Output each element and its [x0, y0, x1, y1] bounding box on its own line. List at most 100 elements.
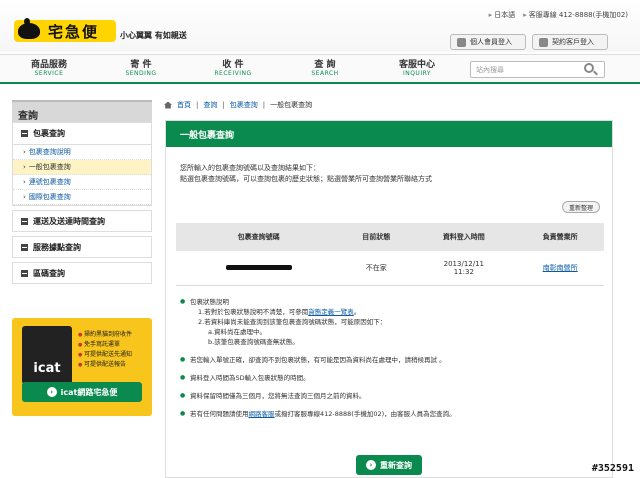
top-links: 日本語 客服專線 412-8888(手機加02) — [489, 10, 628, 20]
brand-slogan: 小心翼翼 有如親送 — [120, 31, 187, 40]
nav-receiving-en: RECEIVING — [214, 70, 252, 77]
office-link[interactable]: 南彰南營所 — [543, 264, 578, 272]
note-sub: 2.若資料庫尚未能查詢到該筆包裹查詢號碼狀態，可能原因如下： — [198, 318, 387, 326]
language-link[interactable]: 日本語 — [489, 10, 515, 20]
nav-service-label: 商品服務 — [30, 60, 67, 70]
breadcrumb-home[interactable]: 首頁 — [177, 100, 191, 110]
breadcrumb-parcel[interactable]: 包裹查詢 — [230, 100, 258, 110]
note-status: 包裹狀態說明 1.若對於包裹狀態說明不清楚，可參閱貨態定義一覽表。 2.若資料庫… — [180, 297, 600, 347]
notes-list: 包裹狀態說明 1.若對於包裹狀態說明不清楚，可參閱貨態定義一覽表。 2.若資料庫… — [180, 297, 600, 427]
nav-search[interactable]: 查 詢 SEARCH — [290, 57, 360, 77]
breadcrumb-separator: | — [196, 101, 199, 109]
nav-service[interactable]: 商品服務 SERVICE — [14, 57, 84, 77]
note-retry: 若您輸入單號正確，卻查詢不到包裹狀態，有可能是因為資料尚在處理中，請稍候再試 。 — [180, 355, 600, 365]
nav-inquiry[interactable]: 客服中心 INQUIRY — [382, 57, 452, 77]
search-icon[interactable] — [584, 63, 594, 73]
icat-feature: 掃約黑貓到府收件 — [78, 330, 132, 340]
member-login-button[interactable]: 個人會員登入 — [450, 34, 526, 50]
icat-feature: 可提供配送報告 — [78, 360, 132, 370]
date-value: 2013/12/11 — [443, 259, 484, 268]
note-text: 若有任何問題請使用 — [190, 410, 249, 418]
nav-search-label: 查 詢 — [314, 60, 336, 70]
time-cell: 2013/12/11 11:32 — [411, 251, 517, 286]
icat-feature: 免手寫託運單 — [78, 340, 132, 350]
arrow-right-icon: › — [46, 387, 57, 397]
sidebar-section-delivery-time[interactable]: 運送及送達時間查詢 — [12, 210, 152, 232]
intro-text: 您所輸入的包裹查詢號碼以及查詢結果如下： 點選包裹查詢號碼，可以查詢包裹的歷史狀… — [180, 163, 432, 185]
sidebar-item-serial[interactable]: 連號包裹查詢 — [13, 175, 151, 190]
nav-search-en: SEARCH — [311, 70, 339, 77]
expand-icon — [21, 243, 28, 251]
redacted-number — [225, 264, 292, 270]
nav-sending[interactable]: 寄 件 SENDING — [106, 57, 176, 77]
note-text: 1.若對於包裹狀態說明不清楚，可參閱 — [198, 308, 309, 316]
icat-features: 掃約黑貓到府收件 免手寫託運單 可提供配送先通知 可提供配送報告 — [78, 330, 132, 370]
member-login-label: 個人會員登入 — [470, 38, 512, 46]
breadcrumb-query[interactable]: 查詢 — [203, 100, 217, 110]
nav-inquiry-en: INQUIRY — [402, 70, 432, 77]
panel-title: 一般包裹查詢 — [166, 121, 612, 147]
breadcrumb-separator: | — [262, 101, 266, 109]
black-cat-icon — [18, 18, 40, 39]
sidebar-parcel-block: 包裹查詢 包裹查詢說明 一般包裹查詢 連號包裹查詢 國際包裹查詢 — [12, 122, 152, 206]
hotline-link[interactable]: 客服專線 412-8888(手機加02) — [523, 10, 628, 20]
sidebar-title: 查詢 — [12, 100, 152, 122]
collapse-icon — [21, 130, 28, 137]
briefcase-icon — [539, 37, 548, 47]
result-table: 包裹查詢號碼 目前狀態 資料登入時間 負責營業所 不在家 2013/12/11 … — [176, 223, 604, 286]
col-status: 目前狀態 — [341, 223, 412, 251]
sidebar-section-area-code[interactable]: 區碼查詢 — [12, 262, 152, 284]
watermark: #352591 — [591, 463, 634, 474]
note-text: 或撥打客服專線412-8888(手機加02)，由客服人員為您查詢。 — [274, 410, 456, 418]
status-definition-link[interactable]: 貨態定義一覽表 — [308, 308, 354, 316]
icat-logo: icat — [22, 326, 72, 384]
sidebar-section-parcel[interactable]: 包裹查詢 — [13, 123, 151, 145]
query-panel: 一般包裹查詢 您所輸入的包裹查詢號碼以及查詢結果如下： 點選包裹查詢號碼，可以查… — [165, 120, 613, 478]
brand-logo[interactable]: 宅急便 — [14, 18, 116, 42]
expand-icon — [21, 269, 28, 277]
nav-sending-en: SENDING — [125, 70, 157, 77]
table-row: 不在家 2013/12/11 11:32 南彰南營所 — [176, 251, 604, 286]
tracking-number-cell[interactable] — [176, 251, 342, 286]
intro-line: 點選包裹查詢號碼，可以查詢包裹的歷史狀態；點選營業所可查詢營業所聯絡方式 — [180, 175, 432, 183]
col-login-time: 資料登入時間 — [411, 223, 517, 251]
sidebar-section-area-code-label: 區碼查詢 — [33, 268, 65, 278]
sidebar: 查詢 包裹查詢 包裹查詢說明 一般包裹查詢 連號包裹查詢 國際包裹查詢 運送及送… — [12, 100, 152, 284]
nav-sending-label: 寄 件 — [130, 60, 152, 70]
note-text: 。 — [353, 308, 361, 316]
icat-feature: 可提供配送先通知 — [78, 350, 132, 360]
nav-receiving-label: 收 件 — [222, 60, 244, 70]
sidebar-section-parcel-label: 包裹查詢 — [33, 129, 65, 138]
sidebar-item-guide[interactable]: 包裹查詢說明 — [13, 145, 151, 160]
breadcrumb: 首頁 | 查詢 | 包裹查詢 | 一般包裹查詢 — [164, 100, 312, 110]
nav-service-en: SERVICE — [34, 70, 64, 77]
office-cell: 南彰南營所 — [516, 251, 604, 286]
refresh-button[interactable]: 重新整理 — [561, 201, 600, 213]
nav-receiving[interactable]: 收 件 RECEIVING — [198, 57, 268, 77]
time-value: 11:32 — [453, 267, 474, 276]
header-bar: 宅急便 小心翼翼 有如親送 日本語 客服專線 412-8888(手機加02) 個… — [0, 0, 640, 52]
col-tracking-number: 包裹查詢號碼 — [176, 223, 342, 251]
sidebar-section-locations[interactable]: 服務據點查詢 — [12, 236, 152, 258]
sidebar-section-delivery-time-label: 運送及送達時間查詢 — [33, 216, 105, 226]
requery-button[interactable]: › 重新查詢 — [356, 455, 422, 475]
note-contact: 若有任何問題請使用網路客服或撥打客服專線412-8888(手機加02)，由客服人… — [180, 409, 600, 419]
sidebar-section-locations-label: 服務據點查詢 — [33, 242, 81, 252]
brand-name: 宅急便 — [48, 22, 100, 41]
sidebar-item-international[interactable]: 國際包裹查詢 — [13, 190, 151, 205]
note-subsub: b.該筆包裹查詢號碼查無狀態。 — [208, 338, 299, 346]
user-icon — [457, 37, 466, 47]
sidebar-item-general[interactable]: 一般包裹查詢 — [13, 160, 151, 175]
col-office: 負責營業所 — [516, 223, 604, 251]
icat-button[interactable]: › icat網路宅急便 — [22, 382, 142, 402]
contract-login-label: 契約客戶登入 — [552, 38, 594, 46]
icat-button-label: icat網路宅急便 — [60, 387, 118, 397]
breadcrumb-current: 一般包裹查詢 — [270, 101, 313, 109]
requery-label: 重新查詢 — [380, 460, 412, 470]
table-header-row: 包裹查詢號碼 目前狀態 資料登入時間 負責營業所 — [176, 223, 604, 251]
note-subsub: a.資料尚在處理中。 — [208, 328, 267, 336]
nav-inquiry-label: 客服中心 — [398, 60, 435, 70]
online-service-link[interactable]: 網路客服 — [249, 410, 275, 418]
expand-icon — [21, 217, 28, 225]
contract-login-button[interactable]: 契約客戶登入 — [532, 34, 608, 50]
